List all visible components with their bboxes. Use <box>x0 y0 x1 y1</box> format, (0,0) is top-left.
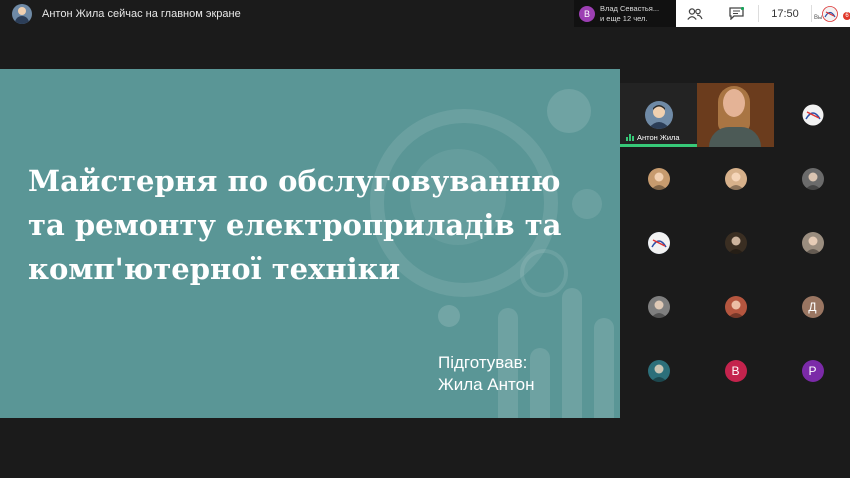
shared-screen-slide: Майстерня по обслуговуванню та ремонту е… <box>0 69 620 418</box>
slide-author-label: Підготував: <box>438 353 528 372</box>
top-bar: Антон Жила сейчас на главном экране В Вл… <box>0 0 850 28</box>
participant-tile[interactable]: Д <box>774 275 850 339</box>
participant-avatar: В <box>579 5 595 22</box>
person-icon <box>647 105 670 129</box>
clock-time: 17:50 <box>771 7 799 20</box>
decorative-bar <box>562 288 582 418</box>
org-logo-icon <box>647 232 670 254</box>
participant-tile[interactable]: В <box>697 339 774 403</box>
org-logo-icon <box>802 104 823 126</box>
participant-tile[interactable] <box>620 147 697 211</box>
participant-photo-avatar <box>647 296 670 318</box>
self-avatar-icon <box>822 5 838 22</box>
chat-icon <box>728 7 744 20</box>
presenter-text: Антон Жила сейчас на главном экране <box>42 8 241 20</box>
participant-tile[interactable] <box>620 211 697 275</box>
video-person-face <box>723 89 745 117</box>
participant-tile[interactable]: Р <box>774 339 850 403</box>
participant-avatar <box>644 101 673 129</box>
speaker-name: Антон Жила <box>637 133 680 142</box>
participants-count: 30 <box>689 0 697 1</box>
participant-photo-avatar <box>724 168 747 190</box>
participant-tile[interactable] <box>620 339 697 403</box>
participant-tile[interactable] <box>620 275 697 339</box>
participant-tile[interactable] <box>774 211 850 275</box>
presenter-avatar <box>12 4 32 24</box>
slide-title-line: Майстерня по обслуговуванню <box>28 164 561 198</box>
notification-badge: 6 <box>843 12 850 20</box>
people-icon <box>687 7 703 20</box>
speaker-name-label: Антон Жила <box>626 133 680 142</box>
decorative-circle <box>438 305 460 327</box>
call-controls-panel: 30 17:50 Вы 6 <box>676 0 850 27</box>
clock: 17:50 <box>759 0 811 27</box>
slide-author-name: Жила Антон <box>438 375 535 394</box>
participants-preview-name: Влад Севастья... <box>600 3 660 13</box>
participants-preview[interactable]: В Влад Севастья... и еще 12 чел. <box>574 0 676 27</box>
participants-preview-more: и еще 12 чел. <box>600 13 648 23</box>
self-view-button[interactable]: Вы 6 <box>812 0 850 27</box>
participants-button[interactable]: 30 <box>676 0 714 27</box>
decorative-circle <box>547 89 591 133</box>
audio-level-icon <box>626 134 634 141</box>
participant-tile[interactable] <box>774 147 850 211</box>
participant-photo-avatar <box>724 232 747 254</box>
slide-title: Майстерня по обслуговуванню та ремонту е… <box>28 159 618 291</box>
participant-photo-avatar <box>801 232 824 254</box>
participants-preview-text: Влад Севастья... и еще 12 чел. <box>600 4 659 24</box>
slide-title-line: та ремонту електроприладів та <box>28 208 562 242</box>
participant-tile[interactable] <box>697 275 774 339</box>
slide-title-line: комп'ютерної техніки <box>28 252 401 286</box>
participant-photo-avatar <box>801 168 824 190</box>
participant-initial-avatar: Д <box>801 296 824 318</box>
participant-initial-avatar: В <box>724 360 747 382</box>
participant-photo-avatar <box>647 168 670 190</box>
participant-photo-avatar <box>647 360 670 382</box>
participant-photo-avatar <box>724 296 747 318</box>
participant-tile-speaker[interactable]: Антон Жила <box>620 83 697 147</box>
participant-tile[interactable] <box>774 83 850 147</box>
participant-initial-avatar: Р <box>801 360 824 382</box>
participant-tile[interactable] <box>697 211 774 275</box>
participant-video-tile[interactable] <box>697 83 774 147</box>
chat-button[interactable] <box>714 0 758 27</box>
self-label: Вы <box>814 15 823 21</box>
presenter-indicator: Антон Жила сейчас на главном экране <box>12 4 241 24</box>
participant-tile[interactable] <box>697 147 774 211</box>
video-person-body <box>709 127 761 147</box>
decorative-bar <box>594 318 614 418</box>
slide-author: Підготував: Жила Антон <box>438 352 534 396</box>
